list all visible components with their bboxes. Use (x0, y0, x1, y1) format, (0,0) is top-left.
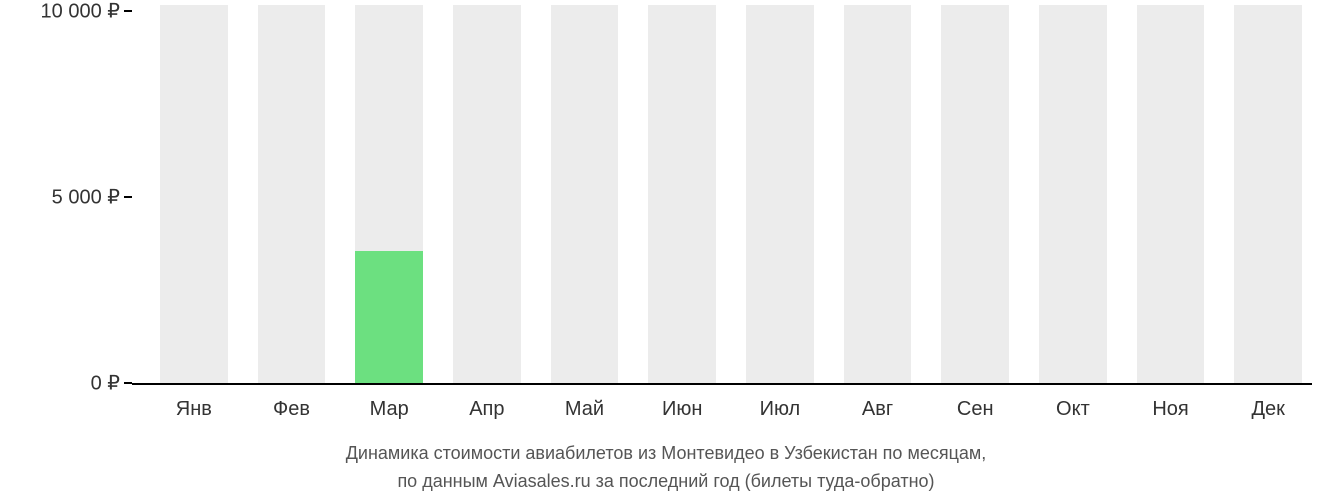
x-tick-label: Фев (258, 398, 326, 428)
bar[interactable] (1039, 5, 1107, 385)
y-tick-label: 0 ₽ (91, 371, 120, 396)
bar-placeholder (453, 5, 521, 385)
y-tick-label: 5 000 ₽ (52, 184, 120, 209)
bar-placeholder (551, 5, 619, 385)
x-tick-label: Сен (941, 398, 1009, 428)
bar[interactable] (355, 5, 423, 385)
bar[interactable] (844, 5, 912, 385)
bar-placeholder (648, 5, 716, 385)
y-tick-mark (124, 196, 132, 198)
bar[interactable] (648, 5, 716, 385)
y-axis: 10 000 ₽ 5 000 ₽ 0 ₽ (0, 5, 132, 385)
bar-placeholder (844, 5, 912, 385)
bars-group (132, 5, 1312, 385)
x-tick-label: Июл (746, 398, 814, 428)
bar-placeholder (1234, 5, 1302, 385)
x-tick-label: Май (551, 398, 619, 428)
chart-caption: Динамика стоимости авиабилетов из Монтев… (0, 440, 1332, 496)
bar[interactable] (1137, 5, 1205, 385)
x-tick-label: Июн (648, 398, 716, 428)
bar-placeholder (1137, 5, 1205, 385)
bar-placeholder (258, 5, 326, 385)
bar[interactable] (941, 5, 1009, 385)
y-tick-label: 10 000 ₽ (41, 0, 120, 23)
bar-value (355, 251, 423, 385)
chart-container: 10 000 ₽ 5 000 ₽ 0 ₽ Янв Фев Мар Апр Май Июн И… (0, 0, 1332, 502)
bar[interactable] (746, 5, 814, 385)
x-axis-baseline (132, 383, 1312, 385)
bar[interactable] (551, 5, 619, 385)
y-tick-mark (124, 10, 132, 12)
caption-line-1: Динамика стоимости авиабилетов из Монтев… (0, 440, 1332, 468)
x-tick-label: Мар (355, 398, 423, 428)
caption-line-2: по данным Aviasales.ru за последний год … (0, 468, 1332, 496)
bar[interactable] (258, 5, 326, 385)
x-tick-label: Окт (1039, 398, 1107, 428)
y-tick-mark (124, 382, 132, 384)
bar-placeholder (160, 5, 228, 385)
bar-placeholder (941, 5, 1009, 385)
x-tick-label: Ноя (1137, 398, 1205, 428)
x-axis: Янв Фев Мар Апр Май Июн Июл Авг Сен Окт Ноя Дек (132, 398, 1312, 428)
x-tick-label: Апр (453, 398, 521, 428)
plot-area (132, 5, 1312, 385)
bar[interactable] (1234, 5, 1302, 385)
x-tick-label: Янв (160, 398, 228, 428)
x-tick-label: Дек (1234, 398, 1302, 428)
bar[interactable] (160, 5, 228, 385)
x-tick-label: Авг (844, 398, 912, 428)
bar[interactable] (453, 5, 521, 385)
bar-placeholder (1039, 5, 1107, 385)
bar-placeholder (746, 5, 814, 385)
